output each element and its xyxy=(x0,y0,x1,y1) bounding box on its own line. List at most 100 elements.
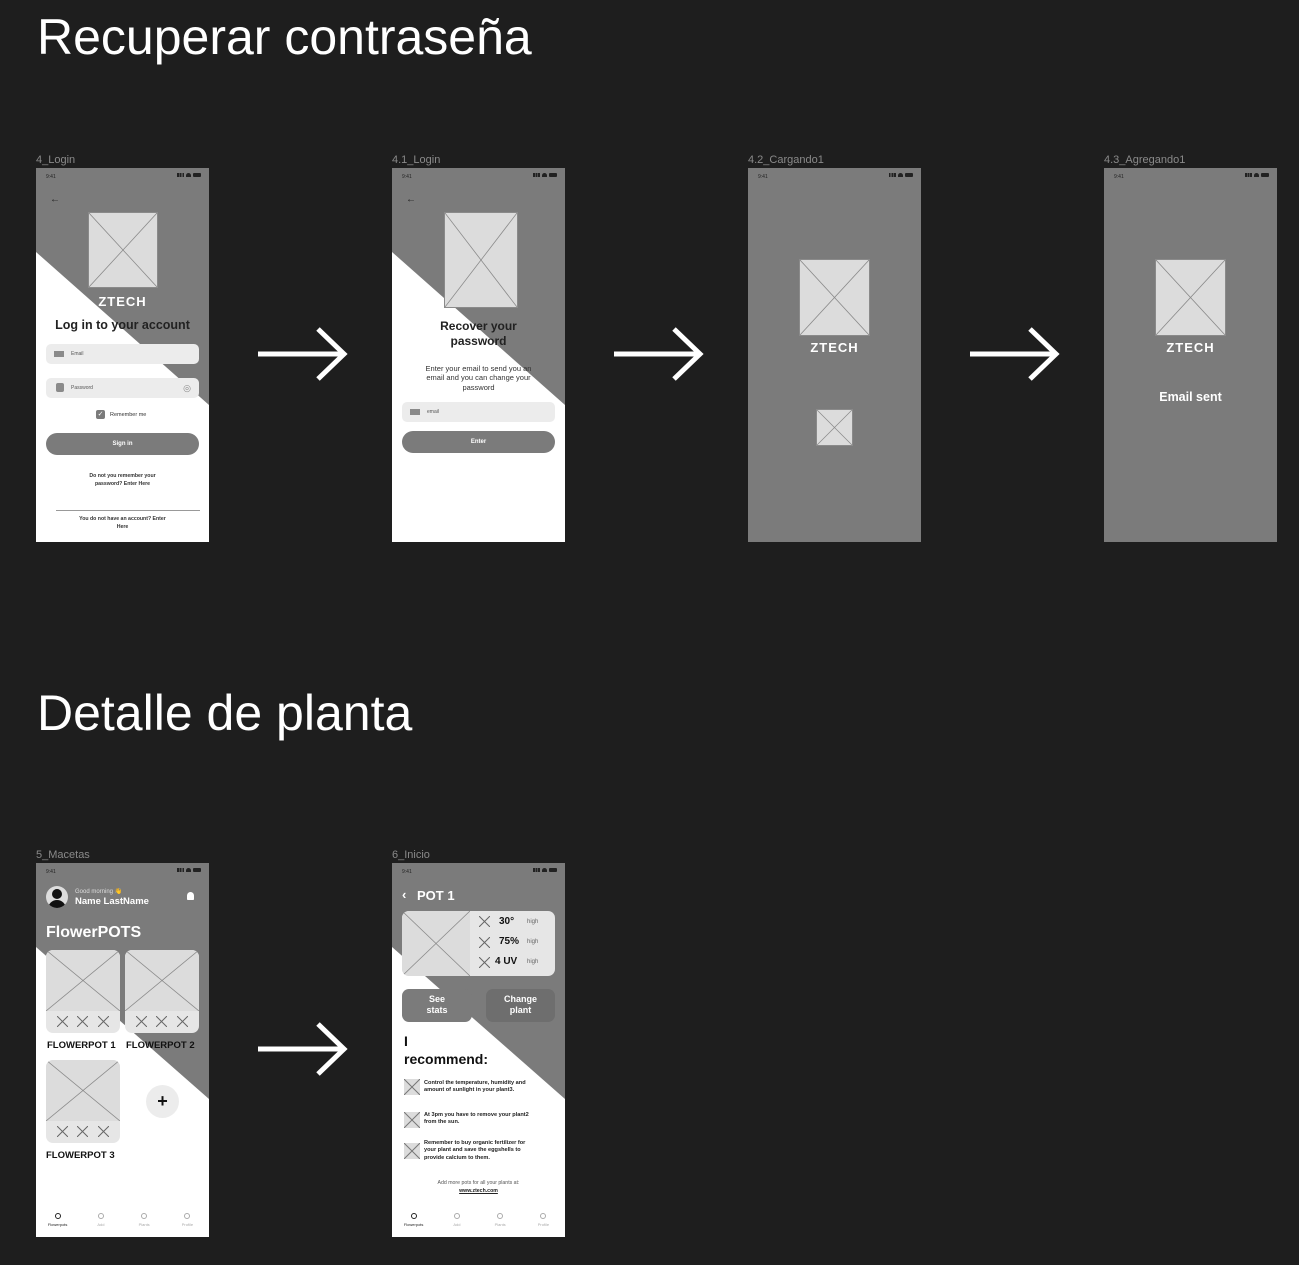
battery-icon xyxy=(549,868,557,872)
back-chevron-icon[interactable]: ‹ xyxy=(402,887,406,902)
email-sent-frame: 9:41 ZTECH Email sent xyxy=(1104,168,1277,542)
profile-icon xyxy=(184,1213,191,1219)
recommendation-line: amount of sunlight in your plant3. xyxy=(424,1087,515,1094)
battery-icon xyxy=(1261,173,1269,177)
recover-description: Enter your email to send you an email an… xyxy=(392,364,565,392)
password-field[interactable]: Password ◎ xyxy=(46,378,199,398)
flowerpot-card[interactable] xyxy=(46,1060,120,1143)
nav-item-profile[interactable]: Profile xyxy=(523,1213,563,1227)
status-icon xyxy=(156,1016,167,1027)
battery-icon xyxy=(549,173,557,177)
pot-image-placeholder xyxy=(46,950,120,1011)
signal-icon xyxy=(1245,173,1252,177)
wifi-icon xyxy=(898,173,903,177)
profile-icon xyxy=(540,1213,547,1219)
nav-item-flowerpots[interactable]: Flowerpots xyxy=(394,1213,434,1227)
recover-title-line-1: Recover your xyxy=(440,319,517,333)
nav-item-profile[interactable]: Profile xyxy=(167,1213,207,1227)
status-icon xyxy=(77,1126,88,1137)
recover-title-line-2: password xyxy=(450,334,507,348)
status-time: 9:41 xyxy=(402,869,412,875)
pot-detail-frame: 9:41 ‹ POT 1 30° high 75% high 4 UV high… xyxy=(392,863,565,1237)
recommendation-icon xyxy=(404,1112,420,1128)
recommendation-icon xyxy=(404,1143,420,1159)
footer-line: Add more pots for all your plants at: xyxy=(437,1180,520,1186)
status-icon xyxy=(136,1016,147,1027)
status-icon xyxy=(98,1016,109,1027)
signal-icon xyxy=(177,868,184,872)
pot-title: POT 1 xyxy=(417,888,455,903)
add-pot-button[interactable]: + xyxy=(146,1085,179,1118)
enter-button[interactable]: Enter xyxy=(402,431,555,453)
recommend-heading: I recommend: xyxy=(404,1033,488,1068)
recommendation-icon xyxy=(404,1079,420,1095)
signup-link[interactable]: You do not have an account? Enter Here xyxy=(36,516,209,531)
plant-icon xyxy=(410,1213,417,1219)
humidity-value: 75% xyxy=(499,936,520,947)
sign-in-button[interactable]: Sign in xyxy=(46,433,199,455)
logo-image-placeholder xyxy=(799,259,870,336)
add-icon xyxy=(97,1213,104,1219)
flowerpot-card[interactable] xyxy=(46,950,120,1033)
add-icon xyxy=(453,1213,460,1219)
nav-label: Flowerpots xyxy=(47,1222,68,1227)
nav-item-add[interactable]: Add xyxy=(437,1213,477,1227)
wifi-icon xyxy=(542,173,547,177)
frame-label: 4_Login xyxy=(36,154,76,166)
recommendation-item: At 3pm you have to remove your plant2 fr… xyxy=(424,1112,554,1127)
flow-arrow-icon xyxy=(970,327,1060,381)
section-title-recover: Recuperar contraseña xyxy=(37,9,532,65)
status-icon xyxy=(57,1016,68,1027)
recommendation-item: Control the temperature, humidity and am… xyxy=(424,1080,554,1095)
forgot-password-link[interactable]: Do not you remember your password? Enter… xyxy=(36,473,209,488)
battery-icon xyxy=(193,173,201,177)
heart-icon xyxy=(141,1213,148,1219)
battery-icon xyxy=(905,173,913,177)
remember-label: Remember me xyxy=(110,412,147,418)
status-bar: 9:41 xyxy=(1104,168,1277,182)
flow-arrow-icon xyxy=(258,327,348,381)
bottom-nav: Flowerpots Add Plants Profile xyxy=(392,1203,565,1237)
flowerpot-card[interactable] xyxy=(125,950,199,1033)
nav-item-plants[interactable]: Plants xyxy=(480,1213,520,1227)
see-stats-line-1: See xyxy=(428,994,445,1004)
bell-icon[interactable] xyxy=(187,892,194,900)
signup-line-1: You do not have an account? Enter xyxy=(79,516,166,522)
humidity-icon xyxy=(479,937,490,948)
pot-image-placeholder xyxy=(46,1060,120,1121)
uv-level: high xyxy=(527,959,539,965)
nav-item-plants[interactable]: Plants xyxy=(124,1213,164,1227)
back-arrow-icon[interactable]: ← xyxy=(50,194,60,205)
logo-image-placeholder xyxy=(1155,259,1226,336)
desc-line-3: password xyxy=(462,382,495,392)
recommendation-line: your plant and save the eggshells to xyxy=(424,1147,521,1154)
nav-label: Plants xyxy=(494,1222,506,1227)
logo-image-placeholder xyxy=(444,212,518,308)
uv-icon xyxy=(479,957,490,968)
signup-line-2: Here xyxy=(116,523,129,530)
email-sent-message: Email sent xyxy=(1159,390,1222,404)
remember-checkbox[interactable]: ✓ xyxy=(96,410,105,419)
ztech-logo: ZTECH xyxy=(98,294,147,309)
nav-item-add[interactable]: Add xyxy=(81,1213,121,1227)
section-title-detail: Detalle de planta xyxy=(37,685,413,741)
mail-icon xyxy=(54,351,64,357)
page-title: FlowerPOTS xyxy=(46,924,142,941)
eye-off-icon[interactable]: ◎ xyxy=(183,383,191,394)
plant-icon xyxy=(54,1213,61,1219)
see-stats-button[interactable]: See stats xyxy=(402,989,472,1022)
avatar[interactable] xyxy=(46,886,68,908)
see-stats-line-2: stats xyxy=(426,1005,448,1016)
email-field[interactable]: email xyxy=(402,402,555,422)
login-title: Log in to your account xyxy=(55,318,190,332)
nav-item-flowerpots[interactable]: Flowerpots xyxy=(38,1213,78,1227)
flowerpot-name: FLOWERPOT 2 xyxy=(126,1040,195,1051)
signal-icon xyxy=(177,173,184,177)
wifi-icon xyxy=(186,173,191,177)
website-link[interactable]: www.ztech.com xyxy=(392,1188,565,1196)
status-icon xyxy=(177,1016,188,1027)
change-plant-button[interactable]: Change plant xyxy=(486,989,555,1022)
forgot-line-1: Do not you remember your xyxy=(89,473,156,479)
email-field[interactable]: Email xyxy=(46,344,199,364)
back-arrow-icon[interactable]: ← xyxy=(406,194,416,205)
